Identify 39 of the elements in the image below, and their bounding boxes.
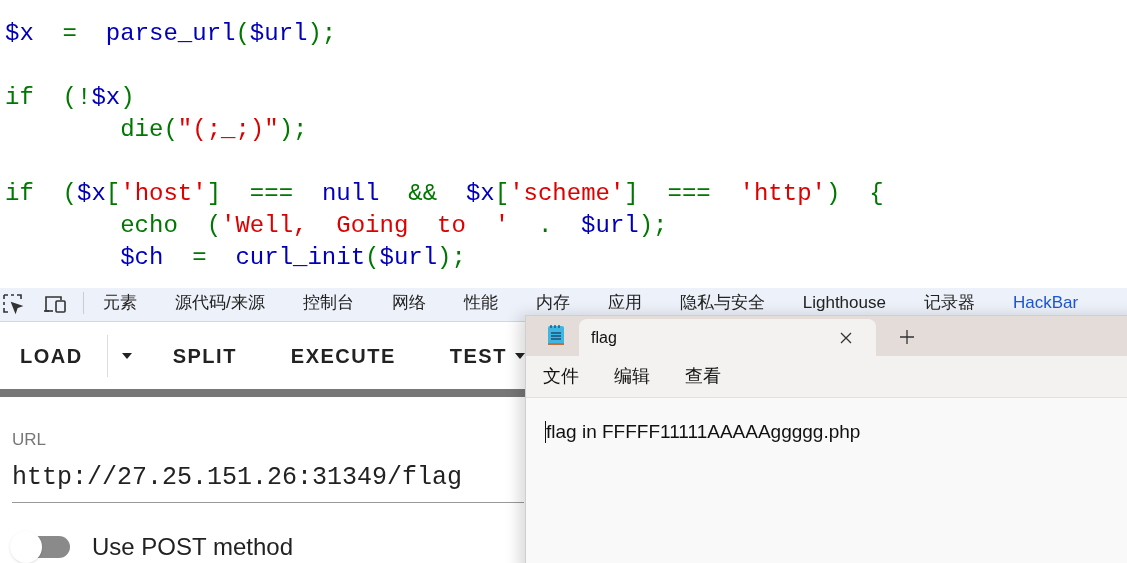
code-line: if (!$x) bbox=[5, 83, 135, 113]
devtools-tab[interactable]: 记录器 bbox=[904, 292, 994, 314]
devtools-tab[interactable]: HackBar bbox=[993, 292, 1098, 314]
device-icon[interactable] bbox=[43, 293, 69, 315]
url-field[interactable]: URL http://27.25.151.26:31349/flag bbox=[12, 427, 524, 503]
code-line: echo ('Well, Going to ' . $url); bbox=[119, 211, 668, 241]
menu-item[interactable]: 编辑 bbox=[607, 363, 657, 390]
devtools-tab[interactable]: Lighthouse bbox=[783, 292, 905, 314]
devtools-tab[interactable]: 控制台 bbox=[283, 292, 373, 314]
toggle-label: Use POST method bbox=[92, 532, 293, 562]
code-line: $ch = curl_init($url); bbox=[119, 243, 466, 273]
devtools-tab[interactable]: 内存 bbox=[516, 292, 589, 314]
toolbar-button[interactable]: LOAD bbox=[0, 332, 107, 379]
caret-icon bbox=[514, 352, 525, 359]
caret-icon bbox=[121, 352, 132, 359]
code-line: die("(;_;)"); bbox=[119, 115, 308, 145]
notepad-icon bbox=[547, 324, 565, 346]
notepad-tab[interactable]: flag bbox=[579, 319, 876, 356]
inspect-icon[interactable] bbox=[2, 293, 24, 315]
devtools-tab[interactable]: 应用 bbox=[588, 292, 661, 314]
devtools-tab[interactable]: 性能 bbox=[444, 292, 517, 314]
toolbar-button[interactable]: TEST bbox=[422, 332, 527, 379]
post-toggle[interactable] bbox=[10, 531, 72, 563]
menu-item[interactable]: 文件 bbox=[536, 363, 586, 390]
menu-item[interactable]: 查看 bbox=[678, 363, 728, 390]
add-tab-icon[interactable] bbox=[900, 330, 914, 344]
devtools-tab[interactable]: 网络 bbox=[372, 292, 445, 314]
devtools-tab[interactable]: 元素 bbox=[84, 292, 156, 314]
code-line: if ($x['host'] === null && $x['scheme'] === 'http') { bbox=[5, 179, 884, 209]
toolbar-button[interactable]: EXECUTE bbox=[263, 332, 423, 379]
document-text: flag in FFFFF11111AAAAAggggg.php bbox=[546, 420, 861, 444]
field-label: URL bbox=[12, 429, 46, 451]
devtools-tab[interactable]: 源代码/来源 bbox=[156, 292, 284, 314]
devtools-tab[interactable]: 隐私与安全 bbox=[660, 292, 784, 314]
code-line: $x = parse_url($url); bbox=[5, 19, 337, 49]
close-icon[interactable] bbox=[840, 331, 852, 344]
tab-title: flag bbox=[591, 327, 617, 348]
url-value: http://27.25.151.26:31349/flag bbox=[12, 461, 463, 494]
toolbar-button[interactable]: SPLIT bbox=[145, 332, 264, 379]
